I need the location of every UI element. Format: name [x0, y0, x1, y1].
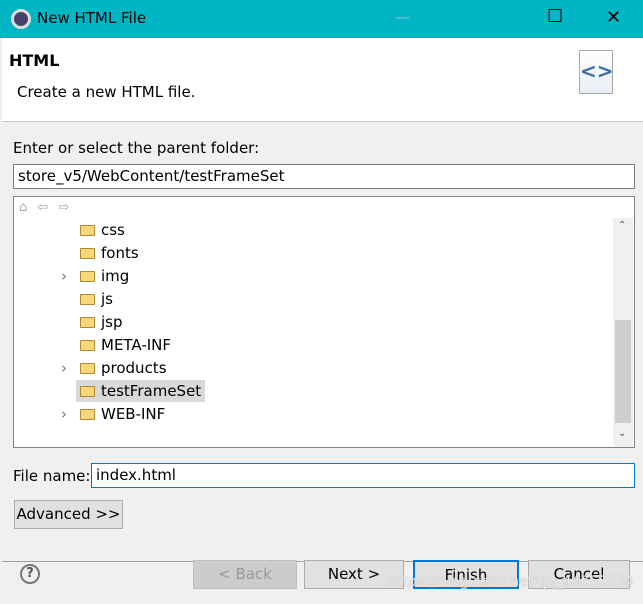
tree-item-label: products [101, 359, 167, 377]
tree-item[interactable]: › img [61, 265, 133, 287]
parent-folder-label: Enter or select the parent folder: [13, 139, 260, 157]
tree-item-label: fonts [101, 244, 139, 262]
folder-tree[interactable]: ⌂ ⇦ ⇨ css fonts › img js jsp META-INF › products… [13, 196, 635, 448]
file-name-input[interactable]: index.html [91, 463, 635, 488]
tree-item[interactable]: js [76, 288, 117, 310]
folder-icon [80, 409, 95, 420]
folder-icon [80, 317, 95, 328]
page-description: Create a new HTML file. [17, 83, 196, 101]
tree-item[interactable]: jsp [76, 311, 127, 333]
tree-item-label: WEB-INF [101, 405, 166, 423]
tree-item-label: js [101, 290, 113, 308]
advanced-button[interactable]: Advanced >> [14, 500, 123, 529]
tree-item[interactable]: fonts [76, 242, 143, 264]
tree-item[interactable]: css [76, 219, 129, 241]
folder-icon [80, 294, 95, 305]
scrollbar-thumb[interactable] [615, 320, 631, 423]
watermark: https://blog.csdn.net/qq_44757034 [388, 574, 634, 590]
tree-item[interactable]: testFrameSet [76, 380, 206, 402]
wizard-header: HTML Create a new HTML file. <> [2, 38, 643, 122]
title-bar: New HTML File — ☐ ✕ [0, 0, 643, 38]
window-title: New HTML File [37, 9, 147, 27]
expand-icon[interactable]: › [61, 265, 67, 287]
tree-item-label: img [101, 267, 130, 285]
maximize-button[interactable]: ☐ [547, 6, 563, 27]
folder-icon [80, 340, 95, 351]
help-icon[interactable]: ? [20, 564, 40, 584]
close-button[interactable]: ✕ [606, 7, 621, 28]
file-name-label: File name: [13, 467, 91, 485]
scrollbar[interactable]: ⌃ ⌄ [613, 218, 633, 447]
tree-item-label: META-INF [101, 336, 172, 354]
back-arrow-icon[interactable]: ⇦ [37, 200, 48, 215]
folder-icon [80, 363, 95, 374]
html-file-icon: <> [579, 50, 614, 94]
eclipse-icon [11, 9, 31, 29]
page-title: HTML [9, 51, 60, 70]
folder-icon [80, 271, 95, 282]
tree-item[interactable]: META-INF [76, 334, 175, 356]
folder-icon [80, 225, 95, 236]
home-icon[interactable]: ⌂ [19, 200, 27, 215]
tree-item-label: css [101, 221, 125, 239]
tree-item[interactable]: › products [61, 357, 171, 379]
back-button[interactable]: < Back [193, 560, 297, 589]
folder-icon [80, 386, 95, 397]
expand-icon[interactable]: › [61, 357, 67, 379]
minimize-button[interactable]: — [395, 8, 410, 26]
forward-arrow-icon[interactable]: ⇨ [58, 200, 69, 215]
tree-item-label: testFrameSet [101, 382, 202, 400]
tree-item-label: jsp [101, 313, 123, 331]
parent-folder-input[interactable]: store_v5/WebContent/testFrameSet [13, 164, 635, 189]
tree-item[interactable]: › WEB-INF [61, 403, 169, 425]
folder-icon [80, 248, 95, 259]
expand-icon[interactable]: › [61, 403, 67, 425]
